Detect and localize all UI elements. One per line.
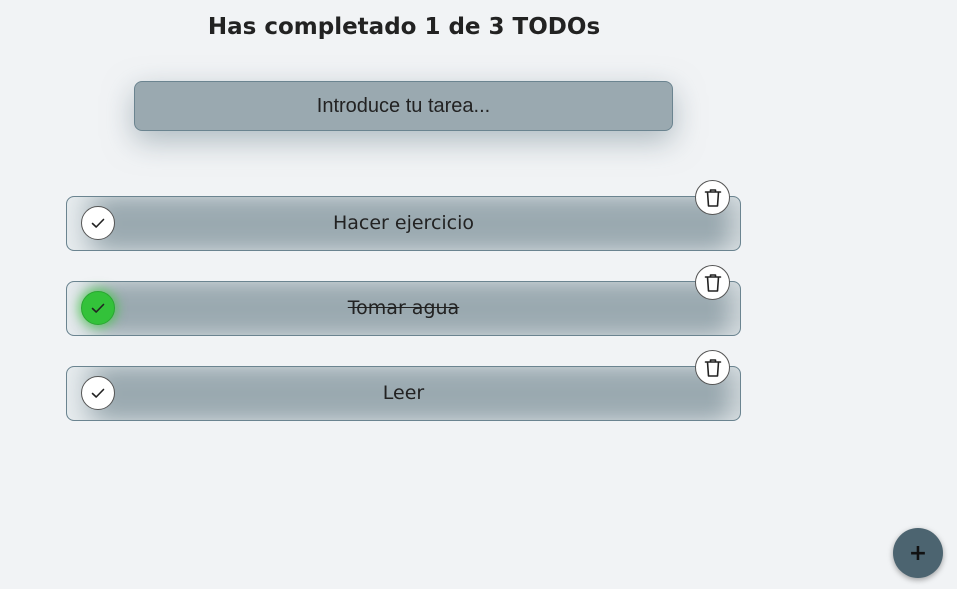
todo-text: Tomar agua [347, 297, 460, 319]
trash-icon [704, 358, 721, 377]
todo-app: Has completado 1 de 3 TODOs Hacer ejerci… [0, 0, 957, 589]
trash-icon [704, 188, 721, 207]
todo-text: Hacer ejercicio [332, 212, 475, 234]
plus-icon: + [908, 540, 928, 566]
todo-item: Tomar agua [66, 265, 741, 336]
delete-todo-button[interactable] [695, 265, 730, 300]
todo-item: Hacer ejercicio [66, 180, 741, 251]
add-todo-button[interactable]: + [893, 528, 943, 578]
delete-todo-button[interactable] [695, 350, 730, 385]
todo-item: Leer [66, 350, 741, 421]
todo-text: Leer [382, 382, 425, 404]
task-input[interactable] [134, 81, 673, 131]
task-input-wrapper [134, 81, 673, 131]
delete-todo-button[interactable] [695, 180, 730, 215]
trash-icon [704, 273, 721, 292]
page-title: Has completado 1 de 3 TODOs [207, 14, 601, 40]
